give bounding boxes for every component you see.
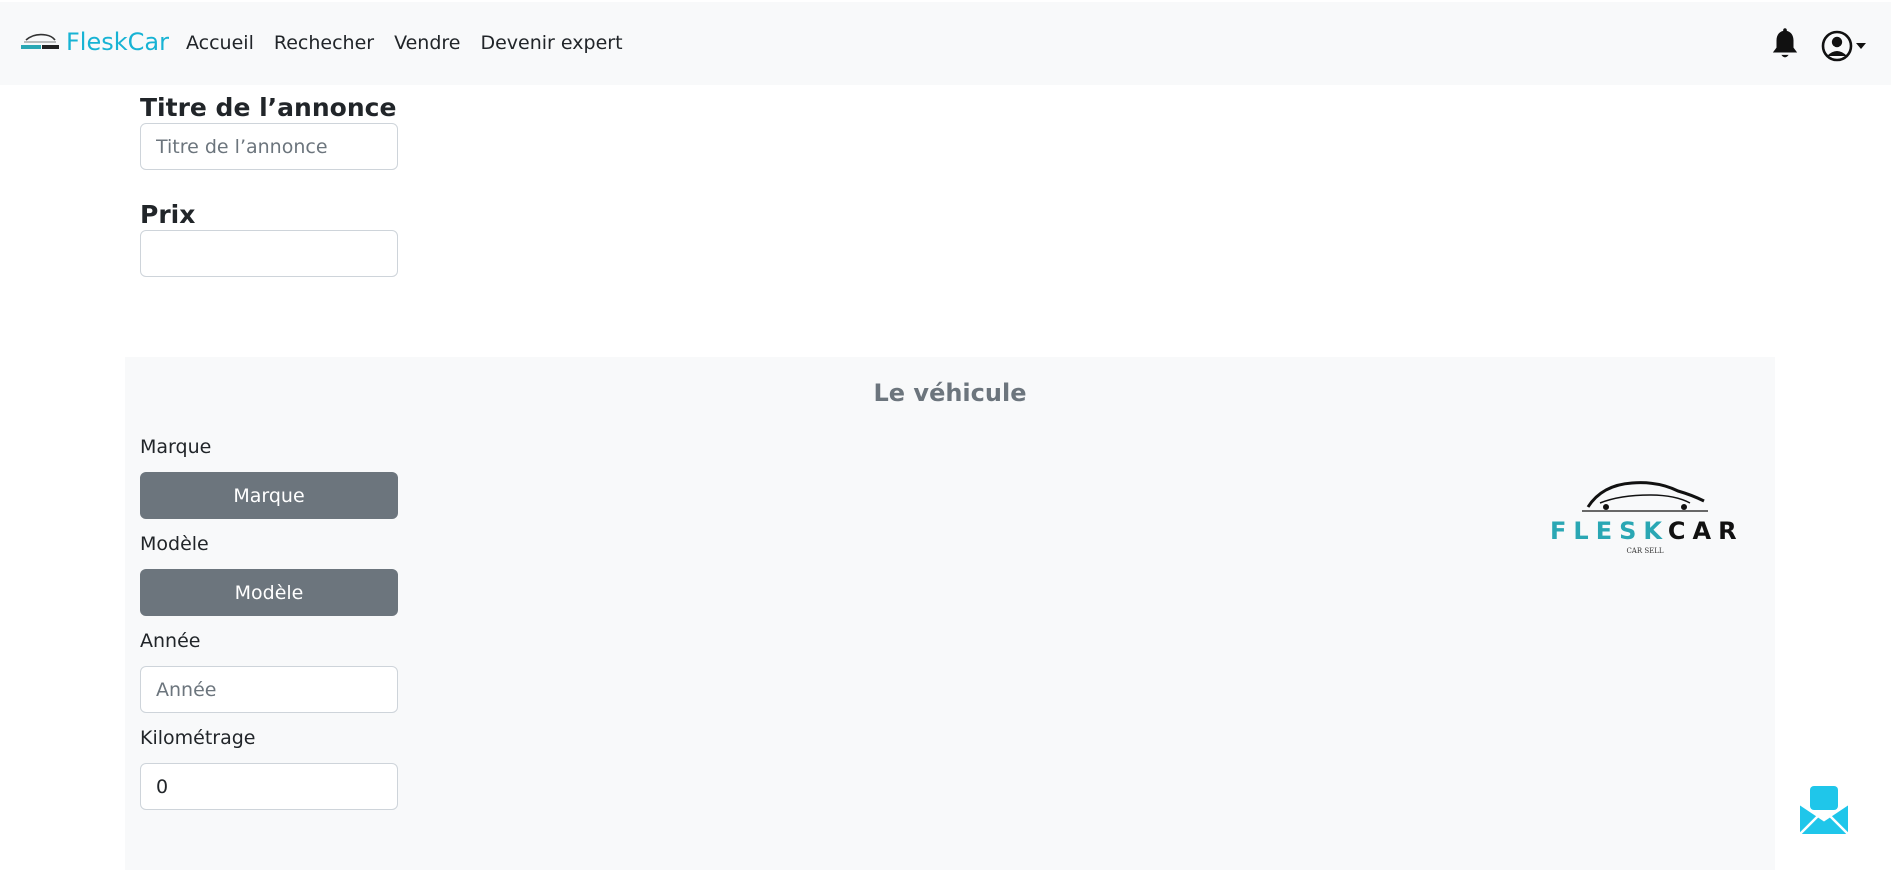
brand-label: Marque (140, 436, 212, 458)
title-label: Titre de l’annonce (140, 93, 397, 122)
price-input[interactable] (140, 230, 398, 277)
mileage-input[interactable] (140, 763, 398, 810)
nav-item-devenir-expert[interactable]: Devenir expert (480, 32, 622, 54)
mileage-label: Kilométrage (140, 727, 256, 749)
price-label: Prix (140, 200, 196, 229)
mail-chat-icon[interactable] (1798, 784, 1850, 836)
nav-item-accueil[interactable]: Accueil (186, 32, 254, 54)
fleskcar-logo: FLESKCAR CAR SELL (1550, 477, 1740, 557)
brand-select-button[interactable]: Marque (140, 472, 398, 519)
navbar: FleskCar Accueil Rechecher Vendre Deveni… (0, 2, 1891, 85)
logo-word-left: FLESK (1550, 517, 1668, 545)
vehicle-section-title: Le véhicule (873, 379, 1027, 407)
title-input[interactable] (140, 123, 398, 170)
user-account-icon[interactable] (1820, 29, 1872, 63)
nav-item-vendre[interactable]: Vendre (394, 32, 460, 54)
logo-wordmark: FLESKCAR (1550, 517, 1740, 545)
vehicle-section: Le véhicule Marque Marque Modèle Modèle … (125, 357, 1775, 870)
bell-icon[interactable] (1770, 27, 1800, 61)
car-silhouette-icon (1582, 481, 1708, 512)
logo-word-right: CAR (1667, 517, 1744, 545)
nav-item-rechercher[interactable]: Rechecher (274, 32, 374, 54)
model-label: Modèle (140, 533, 209, 555)
brand-name: FleskCar (66, 28, 169, 56)
brand-logo-icon (21, 33, 59, 49)
year-label: Année (140, 630, 201, 652)
brand-link[interactable]: FleskCar (20, 26, 169, 58)
logo-tagline: CAR SELL (1626, 547, 1664, 555)
model-select-button[interactable]: Modèle (140, 569, 398, 616)
nav-links: Accueil Rechecher Vendre Devenir expert (186, 32, 643, 54)
year-input[interactable] (140, 666, 398, 713)
